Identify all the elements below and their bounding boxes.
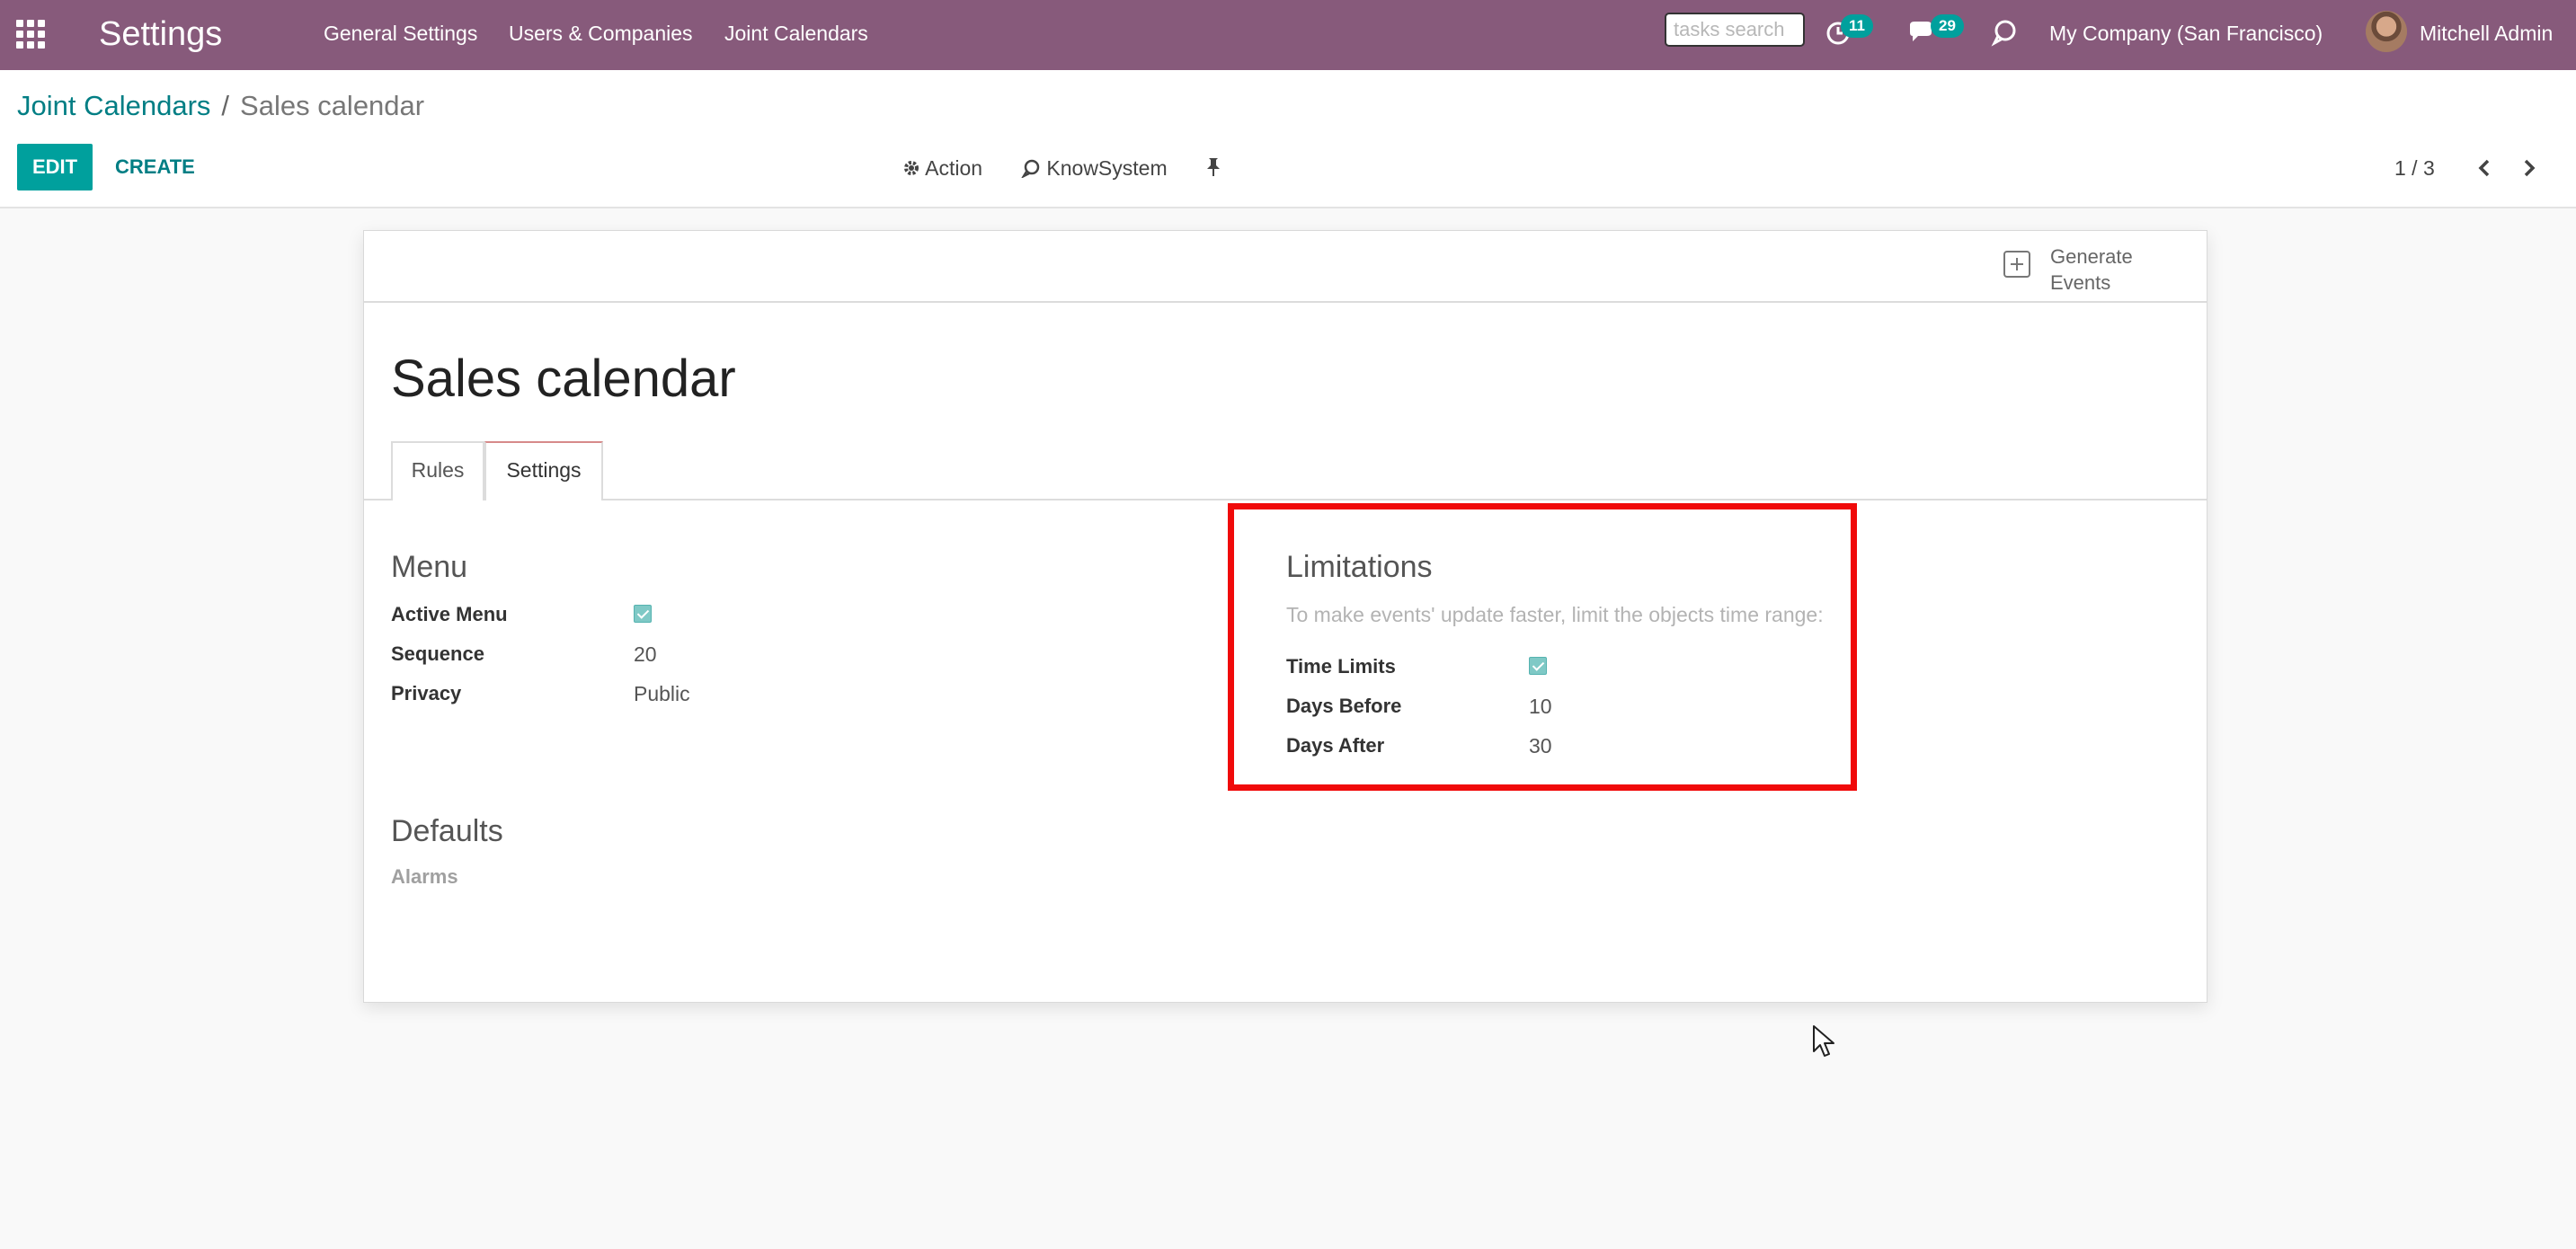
apps-menu-icon[interactable] [16,20,47,50]
generate-events-button[interactable]: Generate Events [2003,244,2183,296]
breadcrumb-parent-link[interactable]: Joint Calendars [17,90,210,121]
chevron-left-icon[interactable] [2474,156,2497,180]
gear-icon [904,161,919,175]
breadcrumb-current: Sales calendar [240,90,425,121]
tasks-search-input[interactable]: tasks search [1665,13,1805,47]
menu-users-companies[interactable]: Users & Companies [509,20,693,47]
breadcrumb: Joint Calendars / Sales calendar [17,88,424,124]
menu-joint-calendars[interactable]: Joint Calendars [724,20,868,47]
highlight-annotation-box [1228,503,1857,791]
tab-rules[interactable]: Rules [391,441,484,500]
alarms-label: Alarms [391,865,458,888]
pin-icon[interactable] [1204,156,1222,178]
knowsystem-icon [1020,159,1040,180]
app-name[interactable]: Settings [99,13,222,56]
privacy-label: Privacy [391,682,462,704]
messages-count-badge: 29 [1931,14,1964,38]
edit-button[interactable]: EDIT [17,144,93,190]
active-menu-checkbox[interactable] [634,605,652,623]
breadcrumb-separator: / [221,90,230,121]
pager-value[interactable]: 1 / 3 [2394,155,2435,182]
sequence-label: Sequence [391,642,484,665]
plus-square-icon [2003,251,2030,278]
knowsystem-label: KnowSystem [1046,156,1168,180]
action-menu-button[interactable]: Action [902,155,982,182]
user-name[interactable]: Mitchell Admin [2420,20,2553,47]
menu-general-settings[interactable]: General Settings [324,20,477,47]
active-menu-label: Active Menu [391,603,508,625]
action-label: Action [925,156,983,180]
record-title: Sales calendar [391,350,736,408]
top-navbar: Settings General Settings Users & Compan… [0,0,2576,70]
activity-count-badge: 11 [1841,14,1873,38]
chevron-right-icon[interactable] [2517,156,2540,180]
user-avatar[interactable] [2366,11,2407,52]
sequence-value[interactable]: 20 [634,641,657,668]
create-button[interactable]: CREATE [115,144,195,190]
form-button-box: Generate Events [364,231,2207,303]
company-switcher[interactable]: My Company (San Francisco) [2049,20,2323,47]
defaults-group-title: Defaults [391,814,503,848]
privacy-value[interactable]: Public [634,680,690,707]
mouse-cursor-icon [1813,1025,1834,1057]
control-panel: Joint Calendars / Sales calendar EDIT CREA… [0,70,2576,208]
menu-group-title: Menu [391,550,468,584]
knowsystem-button[interactable]: KnowSystem [1020,155,1168,182]
notebook-tabs: Rules Settings [364,441,2207,500]
discuss-icon[interactable] [1990,18,2019,47]
generate-events-label: Generate Events [2050,245,2133,294]
tab-settings[interactable]: Settings [484,441,603,500]
